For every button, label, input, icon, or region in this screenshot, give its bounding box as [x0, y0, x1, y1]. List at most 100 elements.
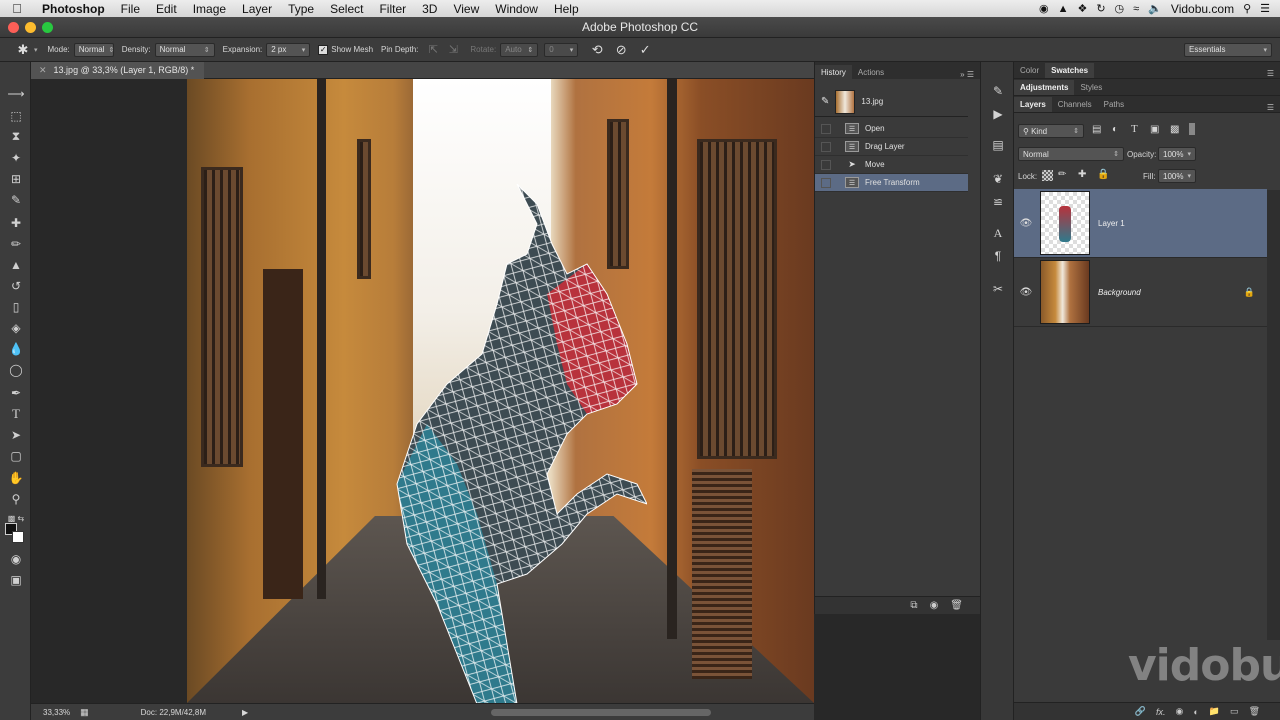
document-image[interactable] [187, 79, 814, 703]
history-item[interactable]: ➤ Move [815, 156, 968, 174]
status-info-icon[interactable]: ▦ [80, 707, 89, 718]
minimize-window-button[interactable] [25, 22, 36, 33]
menu-3d[interactable]: 3D [414, 2, 445, 16]
quick-mask-icon[interactable]: ◉ [4, 549, 28, 568]
status-circle-icon[interactable]: ◉ [1039, 2, 1049, 15]
layers-panel-menu-icon[interactable]: ☰ [1267, 103, 1274, 112]
quick-selection-tool-icon[interactable]: ✦ [4, 148, 28, 167]
history-item-selected[interactable]: ☰ Free Transform [815, 174, 968, 192]
panel-menu-icon[interactable]: ☰ [1267, 69, 1274, 78]
layers-scrollbar[interactable] [1267, 190, 1280, 640]
puppet-warp-tool-icon[interactable]: ✱ [14, 41, 32, 59]
menu-image[interactable]: Image [185, 2, 234, 16]
paint-bucket-tool-icon[interactable]: ◈ [4, 318, 28, 337]
spotlight-search-icon[interactable]: ⚲ [1243, 2, 1251, 15]
brush-presets-icon[interactable]: ≌ [987, 193, 1009, 211]
brush-panel-icon[interactable]: ❦ [987, 170, 1009, 188]
tab-history[interactable]: History [815, 65, 852, 79]
layer-style-fx-icon[interactable]: fx. [1156, 707, 1166, 717]
zoom-tool-icon[interactable]: ⚲ [4, 489, 28, 508]
new-group-icon[interactable]: 📁 [1209, 706, 1220, 717]
create-snapshot-icon[interactable]: ◉ [930, 600, 939, 611]
fill-input[interactable]: 100% ▾ [1158, 169, 1196, 183]
new-layer-icon[interactable]: ▭ [1230, 706, 1239, 717]
filter-smart-object-icon[interactable]: ▩ [1170, 124, 1179, 135]
menu-type[interactable]: Type [280, 2, 322, 16]
brush-tool-icon[interactable]: ✏ [4, 234, 28, 253]
layer-filter-select[interactable]: ⚲ Kind ⇕ [1018, 124, 1084, 138]
marquee-tool-icon[interactable]: ⬚ [4, 106, 28, 125]
menu-photoshop[interactable]: Photoshop [34, 2, 113, 16]
new-document-from-state-icon[interactable]: ⧉ [910, 600, 917, 611]
history-snapshot[interactable]: ✎ 13.jpg [815, 87, 968, 117]
notification-list-icon[interactable]: ☰ [1260, 2, 1270, 15]
close-window-button[interactable] [8, 22, 19, 33]
filter-shape-icon[interactable]: ▣ [1150, 124, 1159, 135]
tab-color[interactable]: Color [1014, 63, 1045, 78]
lock-transparent-pixels-icon[interactable] [1042, 170, 1053, 181]
lasso-tool-icon[interactable]: ⧗ [4, 127, 28, 146]
menu-help[interactable]: Help [546, 2, 587, 16]
history-checkbox[interactable] [821, 177, 831, 188]
horizontal-scrollbar[interactable] [491, 709, 711, 716]
zoom-level[interactable]: 33,33% [43, 708, 70, 717]
layer-name[interactable]: Background [1098, 288, 1141, 297]
canvas-area[interactable] [31, 79, 814, 703]
history-brush-source-icon[interactable]: ✎ [821, 96, 829, 107]
layer-name[interactable]: Layer 1 [1098, 219, 1125, 228]
rotate-select[interactable]: Auto ⇕ [500, 42, 539, 57]
menu-layer[interactable]: Layer [234, 2, 280, 16]
layer-row-background[interactable]: 👁 Background 🔒 [1014, 258, 1267, 327]
menu-select[interactable]: Select [322, 2, 371, 16]
menu-file[interactable]: File [113, 2, 148, 16]
dropbox-icon[interactable]: ❖ [1077, 2, 1087, 15]
wifi-icon[interactable]: ≈ [1133, 3, 1139, 15]
dodge-tool-icon[interactable]: ◯ [4, 360, 28, 379]
show-mesh-checkbox[interactable]: ✓ [318, 44, 329, 55]
drive-icon[interactable]: ▲ [1058, 3, 1069, 15]
history-brush-tool-icon[interactable]: ↺ [4, 276, 28, 295]
pen-tool-icon[interactable]: ✒ [4, 383, 28, 402]
history-checkbox[interactable] [821, 159, 831, 170]
status-menu-arrow-icon[interactable]: ▶ [242, 708, 248, 717]
screen-mode-icon[interactable]: ▣ [4, 570, 28, 589]
type-tool-icon[interactable]: T [4, 404, 28, 423]
tab-styles[interactable]: Styles [1074, 80, 1108, 95]
dancer-with-puppet-mesh[interactable] [387, 184, 647, 703]
tab-actions[interactable]: Actions [852, 65, 890, 79]
pin-backward-icon[interactable]: ⇲ [444, 41, 462, 59]
blur-tool-icon[interactable]: 💧 [4, 339, 28, 358]
new-adjustment-layer-icon[interactable]: ◐ [1193, 707, 1198, 717]
move-tool-icon[interactable]: ⟶ [4, 84, 28, 103]
filter-pixel-icon[interactable]: ▤ [1092, 124, 1101, 135]
rotate-degree-input[interactable]: 0 ▾ [544, 42, 579, 57]
clock-icon[interactable]: ◷ [1115, 2, 1125, 15]
menu-filter[interactable]: Filter [371, 2, 414, 16]
cancel-warp-icon[interactable]: ⊘ [612, 41, 630, 59]
apple-menu-icon[interactable]:  [0, 1, 34, 16]
expansion-input[interactable]: 2 px ▾ [266, 42, 311, 57]
close-document-icon[interactable]: ✕ [39, 65, 47, 76]
tab-channels[interactable]: Channels [1052, 97, 1098, 112]
crop-tool-icon[interactable]: ⊞ [4, 169, 28, 188]
zoom-window-button[interactable] [42, 22, 53, 33]
commit-warp-icon[interactable]: ✓ [636, 41, 654, 59]
tool-presets-icon[interactable]: ✂ [987, 280, 1009, 298]
tab-adjustments[interactable]: Adjustments [1014, 80, 1075, 95]
delete-state-icon[interactable]: 🗑 [950, 600, 963, 611]
document-tab[interactable]: ✕ 13.jpg @ 33,3% (Layer 1, RGB/8) * [31, 61, 205, 79]
volume-icon[interactable]: 🔈 [1148, 2, 1162, 15]
tab-layers[interactable]: Layers [1014, 97, 1052, 112]
character-panel-icon[interactable]: A [987, 224, 1009, 242]
rectangle-tool-icon[interactable]: ▢ [4, 446, 28, 465]
opacity-input[interactable]: 100% ▾ [1158, 147, 1196, 161]
lock-image-pixels-icon[interactable]: ✏ [1058, 169, 1066, 180]
history-checkbox[interactable] [821, 141, 831, 152]
lock-all-icon[interactable]: 🔒 [1097, 169, 1109, 180]
pin-forward-icon[interactable]: ⇱ [424, 41, 442, 59]
eraser-tool-icon[interactable]: ▯ [4, 297, 28, 316]
actions-panel-icon[interactable]: ▶ [987, 105, 1009, 123]
filter-type-icon[interactable]: T [1131, 123, 1138, 135]
background-color-swatch[interactable] [12, 531, 24, 543]
layer-visibility-eye-icon[interactable]: 👁 [1014, 218, 1038, 229]
